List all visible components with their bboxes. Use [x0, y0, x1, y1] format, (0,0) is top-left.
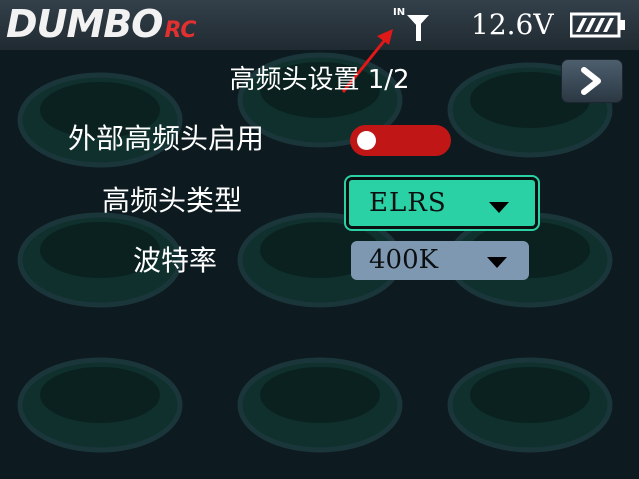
next-page-button[interactable] — [562, 60, 622, 102]
page-title: 高频头设置 1/2 — [229, 65, 410, 95]
rf-type-value: ELRS — [369, 188, 447, 218]
dumbo-rc-logo: DUMBORC — [6, 2, 197, 46]
logo-suffix: RC — [164, 18, 196, 43]
baud-rate-value: 400K — [369, 245, 439, 275]
external-rf-toggle[interactable] — [350, 125, 451, 156]
status-bar: DUMBORC IN 12.6V — [0, 0, 639, 50]
baud-rate-select[interactable]: 400K — [351, 241, 529, 280]
toggle-knob — [357, 131, 376, 150]
battery-full-icon — [570, 12, 625, 38]
caret-down-icon — [487, 257, 507, 268]
external-rf-label: 外部高频头启用 — [68, 122, 265, 155]
caret-down-icon — [489, 202, 509, 213]
rf-type-select[interactable]: ELRS — [346, 177, 538, 229]
rf-type-label: 高频头类型 — [102, 184, 243, 217]
chevron-right-icon — [581, 67, 601, 95]
logo-text: DUMBO — [6, 2, 163, 46]
baud-rate-label: 波特率 — [133, 244, 218, 277]
voltage-readout: 12.6V — [471, 8, 554, 41]
